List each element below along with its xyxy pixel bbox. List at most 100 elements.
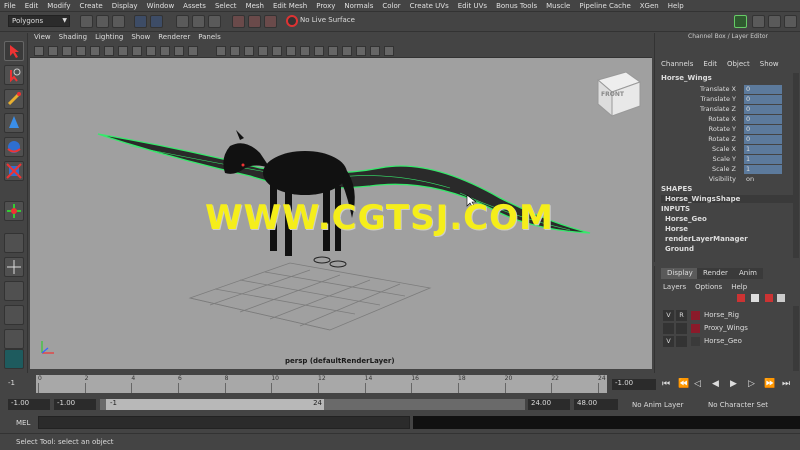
anim-layer-dropdown[interactable]: No Anim Layer <box>632 401 683 409</box>
layer-menu-options[interactable]: Options <box>695 283 722 291</box>
channel-label[interactable]: Visibility <box>709 175 736 183</box>
panel-menu-shading[interactable]: Shading <box>59 33 87 41</box>
channel-menu-edit[interactable]: Edit <box>703 60 717 68</box>
camera-attr-icon[interactable] <box>48 46 58 56</box>
character-control-icon[interactable] <box>4 349 24 369</box>
channel-box-scrollbar[interactable] <box>793 73 799 258</box>
channel-value-field[interactable]: 1 <box>744 145 782 154</box>
snap-grid-icon[interactable] <box>232 15 245 28</box>
menu-window[interactable]: Window <box>147 2 175 10</box>
layout-side-icon[interactable] <box>4 281 24 301</box>
channel-value-field[interactable]: 1 <box>744 165 782 174</box>
channel-menu-show[interactable]: Show <box>760 60 779 68</box>
step-back-frame-icon[interactable]: ◁ <box>694 379 701 389</box>
resolution-gate-icon[interactable] <box>132 46 142 56</box>
channel-label[interactable]: Translate Z <box>700 105 736 113</box>
menu-modify[interactable]: Modify <box>47 2 70 10</box>
layer-name[interactable]: Horse_Geo <box>704 337 742 345</box>
2d-pan-icon[interactable] <box>90 46 100 56</box>
menu-assets[interactable]: Assets <box>183 2 206 10</box>
gate-mask-icon[interactable] <box>146 46 156 56</box>
aa-icon[interactable] <box>328 46 338 56</box>
field-chart-icon[interactable] <box>160 46 170 56</box>
go-to-end-icon[interactable]: ⏭ <box>782 379 790 389</box>
shadows-icon[interactable] <box>286 46 296 56</box>
layer-menu-layers[interactable]: Layers <box>663 283 686 291</box>
default-material-icon[interactable] <box>244 46 254 56</box>
new-scene-icon[interactable] <box>80 15 93 28</box>
layer-type-toggle[interactable] <box>676 323 687 334</box>
channel-label[interactable]: Scale X <box>712 145 736 153</box>
select-object-icon[interactable] <box>192 15 205 28</box>
image-plane-icon[interactable] <box>76 46 86 56</box>
animation-end-field[interactable]: 48.00 <box>574 399 618 410</box>
lights-icon[interactable] <box>272 46 282 56</box>
channel-value-field[interactable]: 0 <box>744 135 782 144</box>
channel-value-field[interactable]: on <box>744 175 782 184</box>
layout-single-icon[interactable] <box>4 233 24 253</box>
magnet-icon[interactable] <box>286 15 298 27</box>
undo-icon[interactable] <box>134 15 147 28</box>
layout-outliner-icon[interactable] <box>4 305 24 325</box>
layer-menu-help[interactable]: Help <box>731 283 747 291</box>
channel-label[interactable]: Translate X <box>700 85 736 93</box>
ao-icon[interactable] <box>300 46 310 56</box>
film-gate-icon[interactable] <box>118 46 128 56</box>
layer-type-toggle[interactable]: R <box>676 310 687 321</box>
menu-edit-mesh[interactable]: Edit Mesh <box>273 2 307 10</box>
layer-row[interactable]: V R Horse_Rig <box>663 310 785 321</box>
grid-icon[interactable] <box>104 46 114 56</box>
menu-help[interactable]: Help <box>668 2 684 10</box>
select-hierarchy-icon[interactable] <box>176 15 189 28</box>
channel-label[interactable]: Scale Z <box>712 165 736 173</box>
select-tool-icon[interactable] <box>4 41 24 61</box>
layer-visibility-toggle[interactable] <box>663 323 674 334</box>
go-to-start-icon[interactable]: ⏮ <box>662 379 670 389</box>
menu-create[interactable]: Create <box>79 2 102 10</box>
layout-graph-icon[interactable] <box>4 329 24 349</box>
textured-icon[interactable] <box>258 46 268 56</box>
layer-tab-render[interactable]: Render <box>697 268 734 279</box>
tool-settings-icon[interactable] <box>768 15 781 28</box>
layer-visibility-toggle[interactable]: V <box>663 336 674 347</box>
save-scene-icon[interactable] <box>112 15 125 28</box>
channel-label[interactable]: Rotate Y <box>709 125 736 133</box>
select-camera-icon[interactable] <box>34 46 44 56</box>
safe-action-icon[interactable] <box>174 46 184 56</box>
menu-muscle[interactable]: Muscle <box>546 2 570 10</box>
bookmark-icon[interactable] <box>62 46 72 56</box>
layer-tool-icons[interactable] <box>737 294 787 304</box>
step-forward-frame-icon[interactable]: ▷ <box>748 379 755 389</box>
layer-type-toggle[interactable] <box>676 336 687 347</box>
modeling-toolkit-icon[interactable] <box>734 15 747 28</box>
panel-menu-view[interactable]: View <box>34 33 51 41</box>
channel-value-field[interactable]: 0 <box>744 115 782 124</box>
layer-visibility-toggle[interactable]: V <box>663 310 674 321</box>
playback-start-field[interactable]: -1.00 <box>54 399 96 410</box>
script-type-label[interactable]: MEL <box>16 419 30 427</box>
input-node-item[interactable]: Ground <box>665 245 694 253</box>
menu-display[interactable]: Display <box>112 2 138 10</box>
channel-value-field[interactable]: 1 <box>744 155 782 164</box>
layer-row[interactable]: Proxy_Wings <box>663 323 785 334</box>
time-slider-bar[interactable]: 0 2 4 6 8 10 12 14 16 18 20 22 24 <box>36 375 607 393</box>
scale-tool-icon[interactable] <box>4 161 24 181</box>
layer-color-swatch[interactable] <box>691 337 700 346</box>
menu-xgen[interactable]: XGen <box>640 2 659 10</box>
channel-label[interactable]: Translate Y <box>700 95 736 103</box>
panel-menu-panels[interactable]: Panels <box>198 33 221 41</box>
channel-box-icon[interactable] <box>784 15 797 28</box>
layer-color-swatch[interactable] <box>691 324 700 333</box>
current-frame-field[interactable]: -1.00 <box>612 379 656 390</box>
attribute-editor-icon[interactable] <box>752 15 765 28</box>
step-back-key-icon[interactable]: ⏪ <box>678 379 689 389</box>
channel-value-field[interactable]: 0 <box>744 105 782 114</box>
menu-bonus-tools[interactable]: Bonus Tools <box>496 2 537 10</box>
input-node-item[interactable]: Horse <box>665 225 688 233</box>
menu-file[interactable]: File <box>4 2 16 10</box>
channel-menu-object[interactable]: Object <box>727 60 750 68</box>
menu-normals[interactable]: Normals <box>344 2 373 10</box>
xray-joints-icon[interactable] <box>370 46 380 56</box>
channel-menu-channels[interactable]: Channels <box>661 60 693 68</box>
panel-menu-lighting[interactable]: Lighting <box>95 33 123 41</box>
